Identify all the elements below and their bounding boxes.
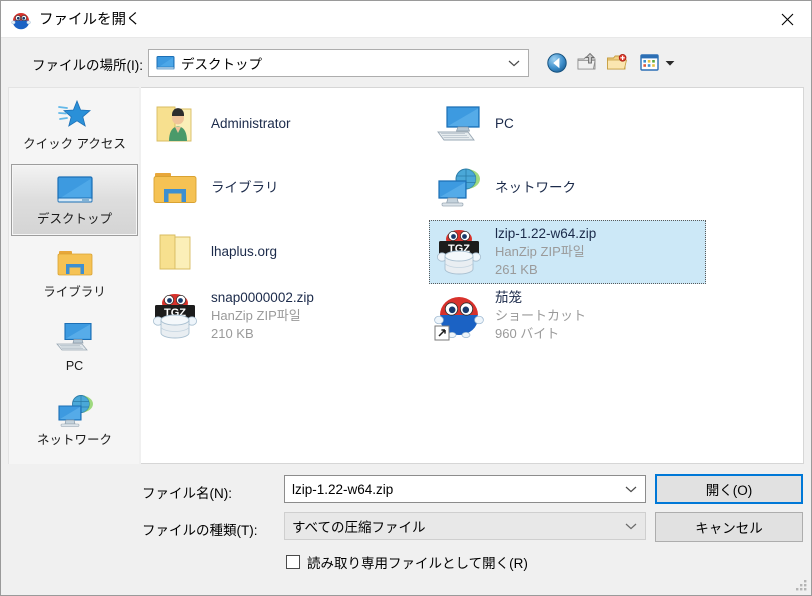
filename-label: ファイル名(N):: [142, 486, 232, 501]
sidebar-item-library[interactable]: ライブラリ: [11, 238, 138, 310]
folder-icon: [149, 226, 201, 278]
chevron-down-icon[interactable]: [625, 476, 637, 502]
list-item[interactable]: ライブラリ: [145, 156, 422, 220]
list-item-selected[interactable]: TGZ lzip-1.22-w64.zip HanZip ZIP파일 261 K…: [429, 220, 706, 284]
views-button[interactable]: [637, 49, 677, 77]
up-one-level-button[interactable]: [573, 49, 601, 77]
window-title: ファイルを開く: [39, 12, 141, 28]
file-size: 960 バイト: [495, 326, 560, 341]
location-value: デスクトップ: [181, 57, 262, 72]
library-folder-icon: [56, 244, 94, 282]
location-combobox[interactable]: デスクトップ: [148, 49, 529, 77]
readonly-checkbox[interactable]: [286, 555, 300, 569]
tgz-archive-icon: TGZ: [433, 226, 485, 278]
file-type: ショートカット: [495, 308, 587, 323]
location-label: ファイルの場所(I):: [32, 58, 143, 73]
file-size: 210 KB: [211, 326, 254, 341]
filename-input[interactable]: lzip-1.22-w64.zip: [284, 475, 646, 503]
library-folder-icon: [149, 162, 201, 214]
hanzip-mascot-icon: [11, 10, 31, 30]
sidebar-item-network[interactable]: ネットワーク: [11, 386, 138, 458]
desktop-monitor-icon: [55, 171, 95, 209]
file-name: ネットワーク: [495, 180, 576, 195]
file-name: ライブラリ: [211, 180, 279, 195]
filetype-label: ファイルの種類(T):: [142, 523, 258, 538]
chevron-down-icon[interactable]: [508, 50, 520, 76]
list-item-text: ネットワーク: [495, 179, 576, 197]
file-type: HanZip ZIP파일: [495, 244, 585, 259]
user-folder-icon: [149, 98, 201, 150]
network-globe-icon: [55, 392, 95, 430]
cancel-button[interactable]: キャンセル: [655, 512, 803, 542]
list-item-text: ライブラリ: [211, 179, 279, 197]
list-item-text: Administrator: [211, 115, 291, 133]
sidebar-item-label: PC: [65, 359, 84, 373]
pc-computer-icon: [55, 318, 95, 356]
file-list[interactable]: Administrator PC ライブラリ ネットワーク lhaplus.or…: [141, 87, 804, 464]
readonly-label: 読み取り専用ファイルとして開く(R): [307, 556, 528, 571]
filetype-select[interactable]: すべての圧縮ファイル: [284, 512, 646, 540]
sidebar-item-label: ライブラリ: [43, 285, 106, 299]
file-name: lzip-1.22-w64.zip: [495, 226, 597, 241]
sidebar-item-label: デスクトップ: [36, 212, 112, 226]
list-item[interactable]: 茄笼 ショートカット 960 バイト: [429, 284, 706, 348]
file-type: HanZip ZIP파일: [211, 308, 301, 323]
readonly-checkbox-row[interactable]: 読み取り専用ファイルとして開く(R): [286, 552, 528, 572]
sidebar-item-quick-access[interactable]: クイック アクセス: [11, 90, 138, 162]
list-item-text: 茄笼 ショートカット 960 バイト: [495, 289, 586, 343]
file-name: PC: [495, 116, 514, 131]
filetype-value: すべての圧縮ファイル: [292, 520, 426, 535]
resize-grip[interactable]: [794, 578, 808, 592]
title-bar: ファイルを開く: [1, 1, 811, 38]
quick-access-star-icon: [57, 96, 93, 134]
list-item[interactable]: ネットワーク: [429, 156, 706, 220]
list-item-text: snap0000002.zip HanZip ZIP파일 210 KB: [211, 289, 314, 343]
file-name: lhaplus.org: [211, 244, 278, 259]
file-name: 茄笼: [495, 290, 522, 305]
file-name: snap0000002.zip: [211, 290, 314, 305]
new-folder-button[interactable]: [603, 49, 631, 77]
list-item[interactable]: PC: [429, 92, 706, 156]
sidebar-item-label: クイック アクセス: [23, 137, 126, 151]
chevron-down-icon[interactable]: [665, 60, 675, 67]
list-item-text: lhaplus.org: [211, 243, 277, 261]
list-item[interactable]: TGZ snap0000002.zip HanZip ZIP파일 210 KB: [145, 284, 422, 348]
file-size: 261 KB: [495, 262, 538, 277]
pc-computer-icon: [433, 98, 485, 150]
places-bar: クイック アクセス デスクトップ ライブラリ PC ネットワーク: [8, 87, 139, 464]
close-button[interactable]: [764, 1, 811, 37]
hanzip-shortcut-icon: [433, 290, 485, 342]
filename-value: lzip-1.22-w64.zip: [292, 481, 394, 497]
list-item[interactable]: Administrator: [145, 92, 422, 156]
sidebar-item-pc[interactable]: PC: [11, 312, 138, 384]
desktop-icon: [156, 55, 175, 71]
tgz-archive-icon: TGZ: [149, 290, 201, 342]
list-item[interactable]: lhaplus.org: [145, 220, 422, 284]
chevron-down-icon[interactable]: [625, 513, 637, 539]
sidebar-item-desktop[interactable]: デスクトップ: [11, 164, 138, 236]
list-item-text: lzip-1.22-w64.zip HanZip ZIP파일 261 KB: [495, 225, 596, 279]
file-name: Administrator: [211, 116, 291, 131]
network-globe-icon: [433, 162, 485, 214]
list-item-text: PC: [495, 115, 514, 133]
back-navigate-button[interactable]: [543, 49, 571, 77]
open-button[interactable]: 開く(O): [655, 474, 803, 504]
open-file-dialog: ファイルを開く ファイルの場所(I): デスクトップ クイック アクセス デスク…: [0, 0, 812, 596]
sidebar-item-label: ネットワーク: [36, 433, 112, 447]
